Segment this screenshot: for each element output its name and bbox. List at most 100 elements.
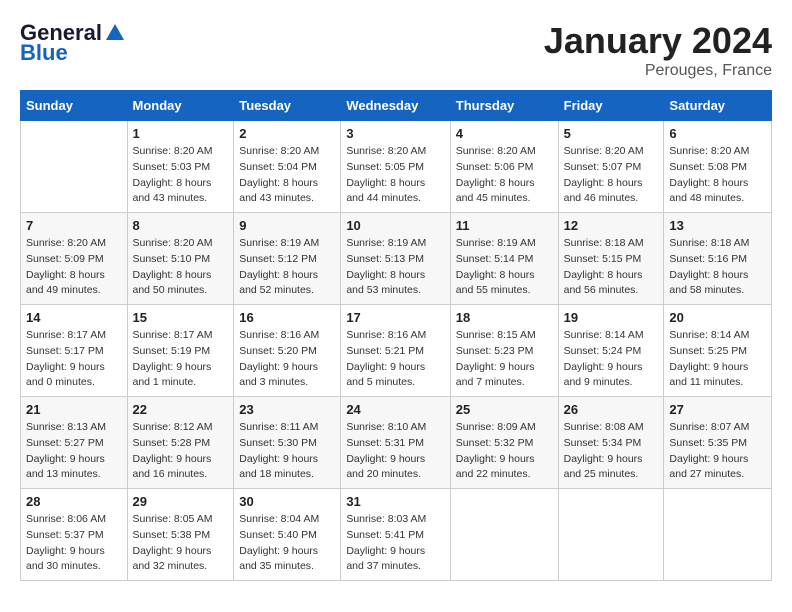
weekday-header-sunday: Sunday — [21, 91, 128, 121]
day-number: 19 — [564, 310, 659, 325]
day-number: 25 — [456, 402, 553, 417]
calendar-cell: 15 Sunrise: 8:17 AM Sunset: 5:19 PM Dayli… — [127, 305, 234, 397]
calendar-cell: 20 Sunrise: 8:14 AM Sunset: 5:25 PM Dayli… — [664, 305, 772, 397]
calendar-subtitle: Perouges, France — [544, 62, 772, 80]
calendar-cell — [558, 489, 664, 581]
day-number: 15 — [133, 310, 229, 325]
calendar-cell: 7 Sunrise: 8:20 AM Sunset: 5:09 PM Daylig… — [21, 213, 128, 305]
calendar-cell: 11Sunrise: 8:19 AM Sunset: 5:14 PM Dayli… — [450, 213, 558, 305]
calendar-cell: 31 Sunrise: 8:03 AM Sunset: 5:41 PM Dayli… — [341, 489, 450, 581]
weekday-header-saturday: Saturday — [664, 91, 772, 121]
day-number: 14 — [26, 310, 122, 325]
weekday-header-wednesday: Wednesday — [341, 91, 450, 121]
calendar-cell: 4Sunrise: 8:20 AM Sunset: 5:06 PM Daylig… — [450, 121, 558, 213]
day-info: Sunrise: 8:14 AM Sunset: 5:25 PM Dayligh… — [669, 328, 766, 391]
calendar-cell: 29 Sunrise: 8:05 AM Sunset: 5:38 PM Dayli… — [127, 489, 234, 581]
week-row-0: 1 Sunrise: 8:20 AM Sunset: 5:03 PM Daylig… — [21, 121, 772, 213]
day-number: 18 — [456, 310, 553, 325]
day-info: Sunrise: 8:19 AM Sunset: 5:14 PM Dayligh… — [456, 236, 553, 299]
day-info: Sunrise: 8:12 AM Sunset: 5:28 PM Dayligh… — [133, 420, 229, 483]
day-info: Sunrise: 8:18 AM Sunset: 5:15 PM Dayligh… — [564, 236, 659, 299]
calendar-cell: 8 Sunrise: 8:20 AM Sunset: 5:10 PM Daylig… — [127, 213, 234, 305]
calendar-cell: 9 Sunrise: 8:19 AM Sunset: 5:12 PM Daylig… — [234, 213, 341, 305]
weekday-header-thursday: Thursday — [450, 91, 558, 121]
day-info: Sunrise: 8:15 AM Sunset: 5:23 PM Dayligh… — [456, 328, 553, 391]
day-number: 28 — [26, 494, 122, 509]
calendar-cell: 27Sunrise: 8:07 AM Sunset: 5:35 PM Dayli… — [664, 397, 772, 489]
calendar-table: SundayMondayTuesdayWednesdayThursdayFrid… — [20, 90, 772, 581]
day-info: Sunrise: 8:20 AM Sunset: 5:08 PM Dayligh… — [669, 144, 766, 207]
day-number: 20 — [669, 310, 766, 325]
day-info: Sunrise: 8:16 AM Sunset: 5:21 PM Dayligh… — [346, 328, 444, 391]
weekday-header-monday: Monday — [127, 91, 234, 121]
calendar-title: January 2024 — [544, 20, 772, 62]
calendar-cell: 26 Sunrise: 8:08 AM Sunset: 5:34 PM Dayli… — [558, 397, 664, 489]
calendar-cell — [450, 489, 558, 581]
day-info: Sunrise: 8:20 AM Sunset: 5:07 PM Dayligh… — [564, 144, 659, 207]
day-number: 10 — [346, 218, 444, 233]
day-info: Sunrise: 8:10 AM Sunset: 5:31 PM Dayligh… — [346, 420, 444, 483]
day-number: 7 — [26, 218, 122, 233]
day-info: Sunrise: 8:17 AM Sunset: 5:17 PM Dayligh… — [26, 328, 122, 391]
day-number: 31 — [346, 494, 444, 509]
calendar-cell: 3Sunrise: 8:20 AM Sunset: 5:05 PM Daylig… — [341, 121, 450, 213]
day-info: Sunrise: 8:14 AM Sunset: 5:24 PM Dayligh… — [564, 328, 659, 391]
day-info: Sunrise: 8:03 AM Sunset: 5:41 PM Dayligh… — [346, 512, 444, 575]
day-info: Sunrise: 8:20 AM Sunset: 5:10 PM Dayligh… — [133, 236, 229, 299]
calendar-cell: 24 Sunrise: 8:10 AM Sunset: 5:31 PM Dayli… — [341, 397, 450, 489]
week-row-4: 28Sunrise: 8:06 AM Sunset: 5:37 PM Dayli… — [21, 489, 772, 581]
calendar-cell: 14 Sunrise: 8:17 AM Sunset: 5:17 PM Dayli… — [21, 305, 128, 397]
day-info: Sunrise: 8:18 AM Sunset: 5:16 PM Dayligh… — [669, 236, 766, 299]
calendar-cell: 18 Sunrise: 8:15 AM Sunset: 5:23 PM Dayli… — [450, 305, 558, 397]
day-info: Sunrise: 8:04 AM Sunset: 5:40 PM Dayligh… — [239, 512, 335, 575]
calendar-cell: 16 Sunrise: 8:16 AM Sunset: 5:20 PM Dayli… — [234, 305, 341, 397]
calendar-body: 1 Sunrise: 8:20 AM Sunset: 5:03 PM Daylig… — [21, 121, 772, 581]
logo-icon — [104, 22, 126, 44]
day-number: 4 — [456, 126, 553, 141]
day-number: 27 — [669, 402, 766, 417]
calendar-cell: 6 Sunrise: 8:20 AM Sunset: 5:08 PM Daylig… — [664, 121, 772, 213]
day-number: 26 — [564, 402, 659, 417]
calendar-cell: 25Sunrise: 8:09 AM Sunset: 5:32 PM Dayli… — [450, 397, 558, 489]
day-number: 23 — [239, 402, 335, 417]
day-number: 21 — [26, 402, 122, 417]
day-number: 29 — [133, 494, 229, 509]
calendar-cell: 17 Sunrise: 8:16 AM Sunset: 5:21 PM Dayli… — [341, 305, 450, 397]
day-number: 24 — [346, 402, 444, 417]
day-info: Sunrise: 8:20 AM Sunset: 5:09 PM Dayligh… — [26, 236, 122, 299]
calendar-cell: 22 Sunrise: 8:12 AM Sunset: 5:28 PM Dayli… — [127, 397, 234, 489]
calendar-cell — [21, 121, 128, 213]
calendar-header: SundayMondayTuesdayWednesdayThursdayFrid… — [21, 91, 772, 121]
day-number: 17 — [346, 310, 444, 325]
calendar-cell: 12 Sunrise: 8:18 AM Sunset: 5:15 PM Dayli… — [558, 213, 664, 305]
calendar-cell: 30 Sunrise: 8:04 AM Sunset: 5:40 PM Dayli… — [234, 489, 341, 581]
day-info: Sunrise: 8:05 AM Sunset: 5:38 PM Dayligh… — [133, 512, 229, 575]
day-info: Sunrise: 8:16 AM Sunset: 5:20 PM Dayligh… — [239, 328, 335, 391]
day-number: 30 — [239, 494, 335, 509]
day-number: 1 — [133, 126, 229, 141]
day-number: 8 — [133, 218, 229, 233]
day-info: Sunrise: 8:20 AM Sunset: 5:03 PM Dayligh… — [133, 144, 229, 207]
day-info: Sunrise: 8:17 AM Sunset: 5:19 PM Dayligh… — [133, 328, 229, 391]
day-number: 12 — [564, 218, 659, 233]
day-number: 22 — [133, 402, 229, 417]
day-number: 5 — [564, 126, 659, 141]
day-number: 9 — [239, 218, 335, 233]
day-info: Sunrise: 8:20 AM Sunset: 5:04 PM Dayligh… — [239, 144, 335, 207]
calendar-cell: 2Sunrise: 8:20 AM Sunset: 5:04 PM Daylig… — [234, 121, 341, 213]
calendar-cell: 28Sunrise: 8:06 AM Sunset: 5:37 PM Dayli… — [21, 489, 128, 581]
calendar-cell: 1 Sunrise: 8:20 AM Sunset: 5:03 PM Daylig… — [127, 121, 234, 213]
day-info: Sunrise: 8:08 AM Sunset: 5:34 PM Dayligh… — [564, 420, 659, 483]
week-row-2: 14 Sunrise: 8:17 AM Sunset: 5:17 PM Dayli… — [21, 305, 772, 397]
day-info: Sunrise: 8:19 AM Sunset: 5:12 PM Dayligh… — [239, 236, 335, 299]
day-number: 16 — [239, 310, 335, 325]
day-info: Sunrise: 8:13 AM Sunset: 5:27 PM Dayligh… — [26, 420, 122, 483]
calendar-cell: 13 Sunrise: 8:18 AM Sunset: 5:16 PM Dayli… — [664, 213, 772, 305]
day-info: Sunrise: 8:20 AM Sunset: 5:05 PM Dayligh… — [346, 144, 444, 207]
weekday-header-tuesday: Tuesday — [234, 91, 341, 121]
day-number: 6 — [669, 126, 766, 141]
day-info: Sunrise: 8:19 AM Sunset: 5:13 PM Dayligh… — [346, 236, 444, 299]
logo: General Blue — [20, 20, 128, 66]
weekday-row: SundayMondayTuesdayWednesdayThursdayFrid… — [21, 91, 772, 121]
day-number: 13 — [669, 218, 766, 233]
